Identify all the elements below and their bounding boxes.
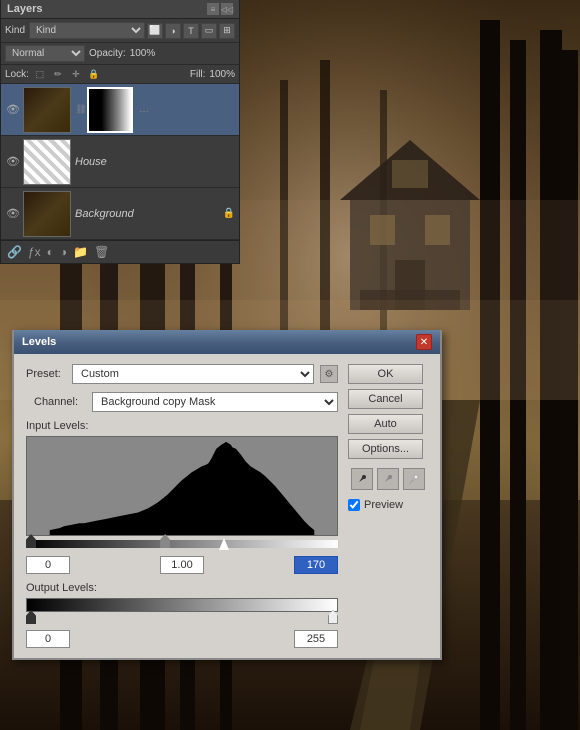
- layer-name-bg: Background: [75, 208, 221, 220]
- input-levels-label: Input Levels:: [26, 420, 338, 432]
- layer-visibility-eye-house[interactable]: 👁: [5, 154, 21, 170]
- options-button[interactable]: Options...: [348, 439, 423, 459]
- link-layers-icon[interactable]: 🔗: [7, 245, 22, 259]
- layer-row-background-copy[interactable]: 👁 ⛓ …: [1, 84, 239, 136]
- layers-title: Layers: [7, 3, 42, 15]
- preset-label: Preset:: [26, 368, 66, 380]
- kind-label: Kind: [5, 25, 25, 36]
- lock-move-icon[interactable]: ✛: [69, 67, 83, 81]
- preview-label: Preview: [364, 499, 403, 511]
- fill-label: Fill:: [190, 69, 206, 80]
- layers-panel: Layers ≡ ◁◁ Kind Kind ⬜ ◑ T ▭ ⊞ Normal O…: [0, 0, 240, 264]
- dialog-title: Levels: [22, 336, 56, 348]
- layer-mask-thumbnail: [87, 87, 133, 133]
- lock-fill-row: Lock: ⬚ ✏ ✛ 🔒 Fill: 100%: [1, 65, 239, 84]
- input-slider-area: [26, 536, 338, 552]
- preview-checkbox[interactable]: [348, 499, 360, 511]
- group-layers-icon[interactable]: 📁: [73, 245, 88, 259]
- lock-brush-icon[interactable]: ✏: [51, 67, 65, 81]
- adjustment-filter-icon[interactable]: ◑: [165, 23, 181, 39]
- dialog-titlebar: Levels ✕: [14, 330, 440, 354]
- black-point-handle[interactable]: [26, 534, 36, 548]
- layer-visibility-eye[interactable]: 👁: [5, 102, 21, 118]
- channel-label: Channel:: [34, 396, 86, 408]
- layer-thumbnail-house: [23, 139, 71, 185]
- dialog-body: Preset: Custom Default ⚙ Channel: Backgr…: [14, 354, 440, 658]
- lock-all-icon[interactable]: 🔒: [87, 67, 101, 81]
- preset-select[interactable]: Custom Default: [72, 364, 314, 384]
- preset-gear-icon[interactable]: ⚙: [320, 365, 338, 383]
- layer-mask-icon[interactable]: ◐: [47, 245, 54, 259]
- layer-chain-icon[interactable]: ⛓: [75, 104, 87, 116]
- layer-effects-icon[interactable]: ƒx: [28, 245, 41, 259]
- black-input-field[interactable]: [26, 556, 70, 574]
- input-values-row: [26, 556, 338, 574]
- dialog-left-panel: Preset: Custom Default ⚙ Channel: Backgr…: [26, 364, 338, 648]
- blend-mode-select[interactable]: Normal: [5, 45, 85, 62]
- histogram-container: [26, 436, 338, 536]
- channel-select[interactable]: Background copy Mask RGB Red Green Blue: [92, 392, 338, 412]
- layer-row-house[interactable]: 👁 House: [1, 136, 239, 188]
- layer-row-background[interactable]: 👁 Background 🔒: [1, 188, 239, 240]
- output-slider-area: [26, 612, 338, 626]
- adjustment-layer-icon[interactable]: ◑: [60, 245, 67, 259]
- lock-transparent-icon[interactable]: ⬚: [33, 67, 47, 81]
- dialog-right-panel: OK Cancel Auto Options...: [348, 364, 428, 648]
- cancel-button[interactable]: Cancel: [348, 389, 423, 409]
- output-levels-label: Output Levels:: [26, 582, 338, 594]
- layers-header-buttons: ≡ ◁◁: [207, 3, 233, 15]
- kind-select[interactable]: Kind: [29, 22, 145, 39]
- output-black-field[interactable]: [26, 630, 70, 648]
- layer-visibility-eye-bg[interactable]: 👁: [5, 206, 21, 222]
- output-gradient-bar: [26, 598, 338, 612]
- opacity-value: 100%: [130, 48, 156, 59]
- layers-bottom-bar: 🔗 ƒx ◐ ◑ 📁 🗑: [1, 240, 239, 263]
- gray-eyedropper-button[interactable]: [377, 468, 399, 490]
- layer-lock-indicator: 🔒: [223, 208, 235, 219]
- layer-name-house: House: [75, 156, 235, 168]
- channel-row: Channel: Background copy Mask RGB Red Gr…: [26, 392, 338, 412]
- opacity-label: Opacity:: [89, 48, 126, 59]
- smart-filter-icon[interactable]: ⊞: [219, 23, 235, 39]
- black-eyedropper-button[interactable]: [351, 468, 373, 490]
- midtone-input-field[interactable]: [160, 556, 204, 574]
- histogram-svg: [27, 437, 337, 535]
- levels-dialog: Levels ✕ Preset: Custom Default ⚙ Channe…: [12, 330, 442, 660]
- delete-layer-icon[interactable]: 🗑: [94, 245, 109, 259]
- white-point-handle[interactable]: [219, 538, 229, 550]
- pixel-filter-icon[interactable]: ⬜: [147, 23, 163, 39]
- layer-thumbnail-bg: [23, 191, 71, 237]
- panel-close-button[interactable]: ◁◁: [221, 3, 233, 15]
- layer-thumbnail-forest: [23, 87, 71, 133]
- panel-menu-button[interactable]: ≡: [207, 3, 219, 15]
- fill-value: 100%: [209, 69, 235, 80]
- auto-button[interactable]: Auto: [348, 414, 423, 434]
- layers-kind-toolbar: Kind Kind ⬜ ◑ T ▭ ⊞: [1, 19, 239, 43]
- blend-opacity-row: Normal Opacity: 100%: [1, 43, 239, 65]
- lock-label: Lock:: [5, 69, 29, 80]
- output-values-row: [26, 630, 338, 648]
- shape-filter-icon[interactable]: ▭: [201, 23, 217, 39]
- midpoint-handle[interactable]: [160, 534, 170, 548]
- layers-header: Layers ≡ ◁◁: [1, 0, 239, 19]
- layer-options-icon[interactable]: …: [139, 104, 149, 115]
- ok-button[interactable]: OK: [348, 364, 423, 384]
- type-filter-icon[interactable]: T: [183, 23, 199, 39]
- eyedropper-row: [348, 468, 428, 490]
- output-white-field[interactable]: [294, 630, 338, 648]
- preview-row: Preview: [348, 499, 428, 511]
- input-gradient-bar: [26, 540, 338, 548]
- dialog-close-button[interactable]: ✕: [416, 334, 432, 350]
- white-input-field[interactable]: [294, 556, 338, 574]
- preset-row: Preset: Custom Default ⚙: [26, 364, 338, 384]
- white-eyedropper-button[interactable]: [403, 468, 425, 490]
